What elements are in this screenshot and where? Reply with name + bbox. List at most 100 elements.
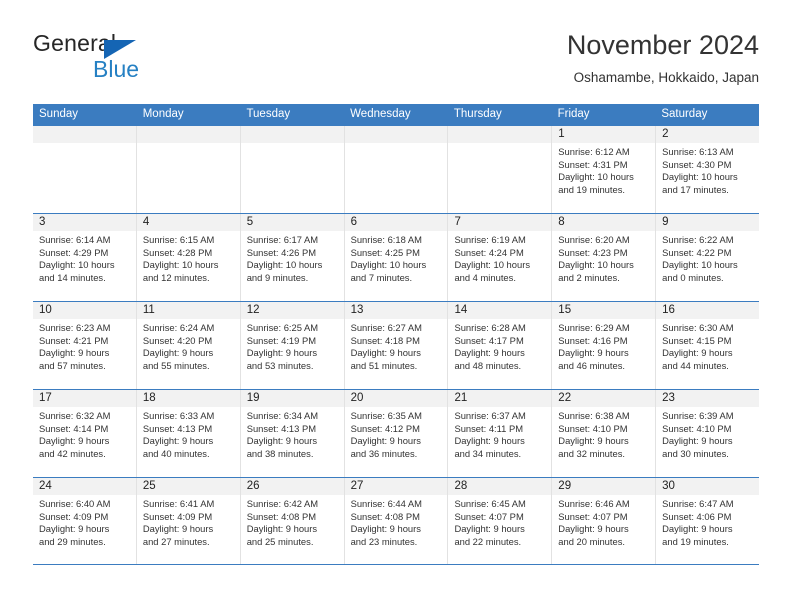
sunrise-text: Sunrise: 6:14 AM [39,234,111,245]
sunrise-text: Sunrise: 6:28 AM [454,322,526,333]
day-number: 19 [240,390,344,407]
daylight-text-line2: and 51 minutes. [350,359,418,371]
calendar-page: General Blue November 2024 Oshamambe, Ho… [0,0,792,612]
day-cell[interactable]: 7 Sunrise: 6:19 AM Sunset: 4:24 PM Dayli… [448,214,553,301]
day-cell[interactable]: 10 Sunrise: 6:23 AM Sunset: 4:21 PM Dayl… [33,302,137,389]
day-cell[interactable]: 6 Sunrise: 6:18 AM Sunset: 4:25 PM Dayli… [344,214,449,301]
day-cell[interactable]: 15 Sunrise: 6:29 AM Sunset: 4:16 PM Dayl… [552,302,657,389]
day-cell[interactable]: 25 Sunrise: 6:41 AM Sunset: 4:09 PM Dayl… [136,478,241,564]
day-cell[interactable]: 13 Sunrise: 6:27 AM Sunset: 4:18 PM Dayl… [344,302,449,389]
day-cell[interactable]: 3 Sunrise: 6:14 AM Sunset: 4:29 PM Dayli… [33,214,137,301]
day-details: Sunrise: 6:23 AM Sunset: 4:21 PM Dayligh… [33,319,136,372]
day-cell[interactable]: 23 Sunrise: 6:39 AM Sunset: 4:10 PM Dayl… [656,390,760,477]
daylight-text-line1: Daylight: 9 hours [662,347,733,359]
day-number: 29 [552,478,656,495]
brand-name-blue: Blue [93,56,140,82]
daylight-text-line2: and 22 minutes. [454,535,522,547]
sunset-text: Sunset: 4:23 PM [558,246,628,258]
day-number: 15 [552,302,656,319]
day-cell[interactable]: 4 Sunrise: 6:15 AM Sunset: 4:28 PM Dayli… [136,214,241,301]
sunrise-text: Sunrise: 6:24 AM [142,322,215,333]
day-number: 22 [552,390,656,407]
sunrise-text: Sunrise: 6:27 AM [350,322,422,333]
daylight-text-line1: Daylight: 9 hours [350,435,421,447]
day-number: 7 [448,214,552,231]
day-cell[interactable]: 8 Sunrise: 6:20 AM Sunset: 4:23 PM Dayli… [552,214,657,301]
day-cell[interactable]: 29 Sunrise: 6:46 AM Sunset: 4:07 PM Dayl… [552,478,657,564]
weekday-header-friday: Friday [557,108,590,120]
weekday-header-monday: Monday [142,108,184,120]
daylight-text-line1: Daylight: 9 hours [39,347,110,359]
daylight-text-line1: Daylight: 9 hours [246,347,318,359]
day-cell[interactable]: 9 Sunrise: 6:22 AM Sunset: 4:22 PM Dayli… [656,214,760,301]
day-number: 18 [136,390,240,407]
daylight-text-line1: Daylight: 9 hours [558,435,629,447]
day-cell [448,126,553,213]
page-title: November 2024 [566,30,759,60]
daylight-text-line2: and 44 minutes. [662,359,729,371]
title-block: November 2024 Oshamambe, Hokkaido, Japan [567,28,759,88]
sunset-text: Sunset: 4:25 PM [350,246,420,258]
day-cell[interactable]: 12 Sunrise: 6:25 AM Sunset: 4:19 PM Dayl… [240,302,345,389]
daylight-text-line2: and 19 minutes. [662,535,729,547]
daylight-text-line2: and 29 minutes. [39,535,106,547]
sunrise-text: Sunrise: 6:30 AM [662,322,734,333]
day-cell[interactable]: 27 Sunrise: 6:44 AM Sunset: 4:08 PM Dayl… [344,478,449,564]
sunrise-text: Sunrise: 6:42 AM [246,498,319,509]
day-number: 16 [656,302,760,319]
day-number: 11 [136,302,240,319]
sunset-text: Sunset: 4:16 PM [558,334,628,346]
week-row: 24 Sunrise: 6:40 AM Sunset: 4:09 PM Dayl… [33,477,760,565]
day-cell[interactable]: 5 Sunrise: 6:17 AM Sunset: 4:26 PM Dayli… [240,214,345,301]
day-cell[interactable]: 24 Sunrise: 6:40 AM Sunset: 4:09 PM Dayl… [33,478,137,564]
sunset-text: Sunset: 4:09 PM [142,510,213,522]
day-number [344,126,448,143]
day-cell[interactable]: 14 Sunrise: 6:28 AM Sunset: 4:17 PM Dayl… [448,302,553,389]
daylight-text-line1: Daylight: 9 hours [246,523,318,535]
day-cell[interactable]: 20 Sunrise: 6:35 AM Sunset: 4:12 PM Dayl… [344,390,449,477]
day-cell[interactable]: 11 Sunrise: 6:24 AM Sunset: 4:20 PM Dayl… [136,302,241,389]
daylight-text-line1: Daylight: 9 hours [662,435,733,447]
day-cell[interactable]: 22 Sunrise: 6:38 AM Sunset: 4:10 PM Dayl… [552,390,657,477]
day-cell[interactable]: 18 Sunrise: 6:33 AM Sunset: 4:13 PM Dayl… [136,390,241,477]
brand-logo[interactable]: General Blue [33,30,273,90]
day-cell[interactable]: 16 Sunrise: 6:30 AM Sunset: 4:15 PM Dayl… [656,302,760,389]
sunrise-text: Sunrise: 6:19 AM [454,234,526,245]
day-details: Sunrise: 6:28 AM Sunset: 4:17 PM Dayligh… [448,319,551,372]
day-cell[interactable]: 30 Sunrise: 6:47 AM Sunset: 4:06 PM Dayl… [656,478,760,564]
day-cell[interactable]: 26 Sunrise: 6:42 AM Sunset: 4:08 PM Dayl… [240,478,345,564]
day-cell[interactable]: 28 Sunrise: 6:45 AM Sunset: 4:07 PM Dayl… [448,478,553,564]
day-number: 30 [656,478,760,495]
week-row: 1 Sunrise: 6:12 AM Sunset: 4:31 PM Dayli… [33,125,760,213]
day-details: Sunrise: 6:18 AM Sunset: 4:25 PM Dayligh… [345,231,448,284]
day-number: 27 [344,478,448,495]
day-details: Sunrise: 6:44 AM Sunset: 4:08 PM Dayligh… [345,495,448,548]
sunset-text: Sunset: 4:19 PM [246,334,317,346]
day-cell[interactable]: 17 Sunrise: 6:32 AM Sunset: 4:14 PM Dayl… [33,390,137,477]
day-details: Sunrise: 6:14 AM Sunset: 4:29 PM Dayligh… [33,231,136,284]
day-details: Sunrise: 6:46 AM Sunset: 4:07 PM Dayligh… [552,495,655,548]
sunrise-text: Sunrise: 6:13 AM [662,146,734,157]
day-cell[interactable]: 2 Sunrise: 6:13 AM Sunset: 4:30 PM Dayli… [656,126,760,213]
daylight-text-line1: Daylight: 10 hours [662,259,738,271]
daylight-text-line1: Daylight: 9 hours [662,523,733,535]
day-number: 2 [656,126,760,143]
week-row: 17 Sunrise: 6:32 AM Sunset: 4:14 PM Dayl… [33,389,760,477]
daylight-text-line1: Daylight: 9 hours [454,435,525,447]
sunset-text: Sunset: 4:09 PM [39,510,109,522]
sunset-text: Sunset: 4:20 PM [142,334,213,346]
day-number: 3 [33,214,136,231]
day-details: Sunrise: 6:45 AM Sunset: 4:07 PM Dayligh… [448,495,551,548]
weekday-header-tuesday: Tuesday [246,108,291,120]
sunrise-text: Sunrise: 6:20 AM [558,234,630,245]
sunset-text: Sunset: 4:13 PM [246,422,317,434]
day-details: Sunrise: 6:37 AM Sunset: 4:11 PM Dayligh… [448,407,551,460]
day-number: 17 [33,390,136,407]
day-cell[interactable]: 19 Sunrise: 6:34 AM Sunset: 4:13 PM Dayl… [240,390,345,477]
day-cell[interactable]: 1 Sunrise: 6:12 AM Sunset: 4:31 PM Dayli… [552,126,657,213]
sunset-text: Sunset: 4:28 PM [142,246,213,258]
day-cell[interactable]: 21 Sunrise: 6:37 AM Sunset: 4:11 PM Dayl… [448,390,553,477]
weekday-header-row: Sunday Monday Tuesday Wednesday Thursday… [33,104,759,125]
daylight-text-line2: and 2 minutes. [558,271,620,283]
daylight-text-line2: and 55 minutes. [142,359,210,371]
